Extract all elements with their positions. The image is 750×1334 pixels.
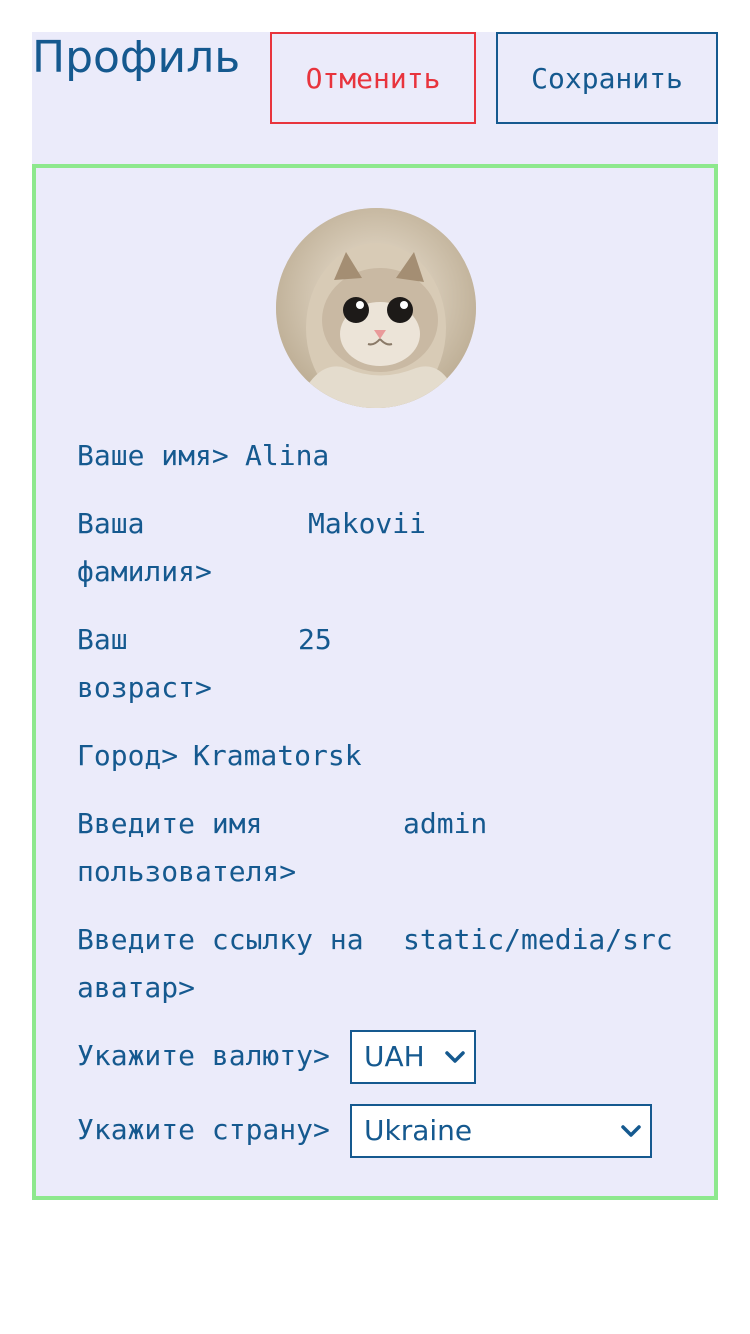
first-name-label: Ваше имя> — [77, 439, 229, 472]
city-label: Город> — [77, 739, 179, 772]
chevron-down-icon — [621, 1125, 641, 1137]
username-label: Введите имя пользователя> — [77, 807, 297, 888]
age-label: Ваш возраст> — [77, 623, 212, 704]
username-field[interactable]: admin — [403, 800, 487, 848]
first-name-row: Ваше имя> Alina — [77, 432, 677, 480]
chevron-down-icon — [445, 1051, 465, 1063]
currency-label: Укажите валюту> — [77, 1039, 330, 1072]
username-row: Введите имя пользователя> admin — [77, 800, 677, 896]
country-select[interactable]: Ukraine — [350, 1104, 652, 1158]
currency-selected-value: UAH — [364, 1040, 425, 1073]
page-title: Профиль — [32, 32, 241, 83]
age-row: Ваш возраст> 25 — [77, 616, 677, 712]
profile-header: Профиль Отменить Сохранить — [32, 32, 718, 164]
save-button[interactable]: Сохранить — [496, 32, 718, 124]
last-name-field[interactable]: Makovii — [308, 500, 426, 548]
profile-card: Ваше имя> Alina Ваша фамилия> Makovii Ва… — [32, 164, 718, 1200]
last-name-row: Ваша фамилия> Makovii — [77, 500, 677, 596]
country-label: Укажите страну> — [77, 1113, 330, 1146]
cat-avatar-icon — [276, 208, 476, 408]
avatar-link-row: Введите ссылку на аватар> static/media/s… — [77, 916, 677, 1012]
last-name-label: Ваша фамилия> — [77, 507, 212, 588]
currency-select[interactable]: UAH — [350, 1030, 476, 1084]
cancel-button[interactable]: Отменить — [270, 32, 476, 124]
avatar-link-field[interactable]: static/media/src — [403, 916, 675, 964]
age-field[interactable]: 25 — [298, 616, 332, 664]
first-name-field[interactable]: Alina — [245, 432, 329, 480]
avatar-link-label: Введите ссылку на аватар> — [77, 923, 364, 1004]
country-selected-value: Ukraine — [364, 1114, 473, 1147]
city-field[interactable]: Kramatorsk — [193, 732, 362, 780]
city-row: Город> Kramatorsk — [77, 732, 677, 780]
